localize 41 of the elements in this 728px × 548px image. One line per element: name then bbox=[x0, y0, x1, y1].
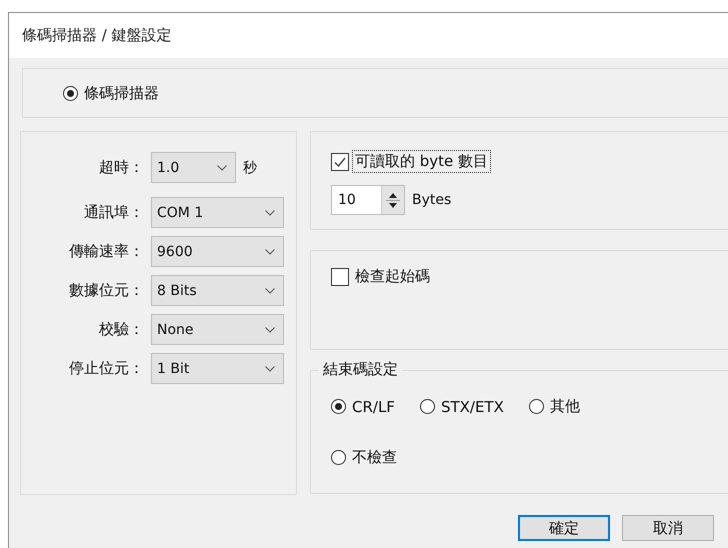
window-title: 條碼掃描器 / 鍵盤設定 bbox=[22, 26, 172, 45]
dropdown[interactable]: 1 Bit bbox=[151, 353, 284, 384]
chevron-down-icon bbox=[265, 366, 275, 372]
radio-button[interactable] bbox=[331, 450, 346, 465]
checkbox[interactable] bbox=[331, 268, 349, 286]
chevron-down-icon bbox=[265, 248, 275, 254]
radio-button[interactable] bbox=[528, 399, 544, 414]
field-label: 通訊埠： bbox=[83, 203, 144, 222]
unit-label: Bytes bbox=[412, 192, 452, 208]
down-arrow-icon[interactable] bbox=[389, 202, 397, 208]
radio-button[interactable] bbox=[63, 86, 78, 100]
dropdown[interactable]: COM 1 bbox=[151, 197, 284, 228]
chevron-down-icon bbox=[265, 326, 275, 332]
checkbox-label: 可讀取的 byte 數目 bbox=[352, 150, 492, 173]
radio-label: CR/LF bbox=[351, 396, 396, 418]
radio-label: 不檢查 bbox=[351, 447, 398, 468]
radio-button[interactable] bbox=[331, 399, 346, 414]
dropdown[interactable]: 9600 bbox=[151, 236, 284, 267]
checkbox[interactable] bbox=[331, 152, 349, 170]
dropdown[interactable]: None bbox=[151, 314, 284, 345]
field-label: 校驗： bbox=[98, 320, 144, 339]
field-label: 傳輸速率： bbox=[68, 242, 144, 261]
field-label: 超時： bbox=[98, 158, 144, 177]
dropdown[interactable]: 1.0 bbox=[151, 152, 236, 183]
radio-label: 條碼掃描器 bbox=[83, 82, 160, 104]
field-label: 停止位元： bbox=[68, 359, 144, 378]
chevron-down-icon bbox=[217, 164, 227, 170]
ok-button[interactable]: 確定 bbox=[518, 515, 610, 541]
number-spinner[interactable]: 10 bbox=[331, 185, 405, 215]
dropdown[interactable]: 8 Bits bbox=[151, 275, 284, 306]
chevron-down-icon bbox=[265, 288, 275, 294]
up-arrow-icon[interactable] bbox=[389, 192, 397, 198]
field-label: 數據位元： bbox=[68, 281, 144, 300]
group-title: 結束碼設定 bbox=[319, 360, 402, 379]
chevron-down-icon bbox=[265, 210, 275, 216]
unit-label: 秒 bbox=[243, 158, 257, 176]
cancel-button[interactable]: 取消 bbox=[622, 515, 714, 541]
checkbox-label: 檢查起始碼 bbox=[354, 266, 431, 287]
radio-label: 其他 bbox=[548, 396, 581, 417]
radio-label: STX/ETX bbox=[440, 396, 505, 418]
radio-button[interactable] bbox=[420, 399, 435, 414]
